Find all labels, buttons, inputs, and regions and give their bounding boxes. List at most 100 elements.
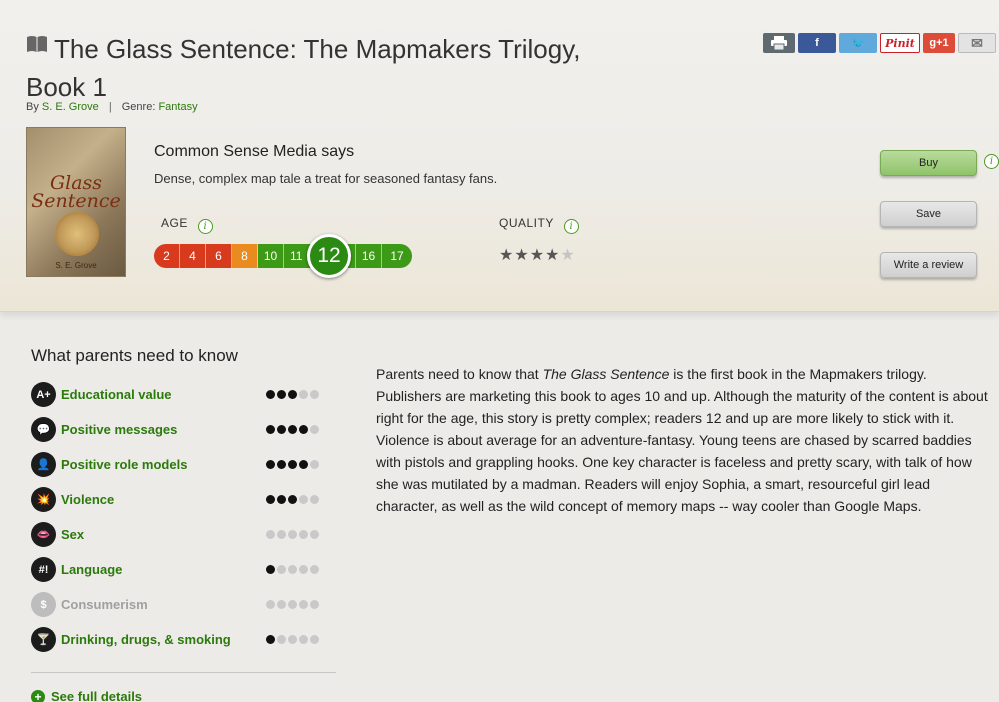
content-categories: A+ Educational value 💬 Positive messages 👤 Po… bbox=[31, 377, 341, 657]
category-row[interactable]: 👤 Positive role models bbox=[31, 447, 341, 482]
quality-info-icon[interactable]: i bbox=[563, 219, 579, 234]
rating-dot bbox=[288, 600, 297, 609]
rating-dots bbox=[266, 635, 319, 644]
age-cell-4: 4 bbox=[180, 244, 206, 268]
category-row[interactable]: $ Consumerism bbox=[31, 587, 341, 622]
save-button[interactable]: Save bbox=[880, 201, 977, 227]
rating-dot bbox=[288, 565, 297, 574]
rating-dot bbox=[266, 530, 275, 539]
parents-heading: What parents need to know bbox=[31, 346, 238, 365]
age-cell-16: 16 bbox=[356, 244, 382, 268]
write-review-button[interactable]: Write a review bbox=[880, 252, 977, 278]
rating-dot bbox=[299, 390, 308, 399]
rating-dot bbox=[277, 460, 286, 469]
category-label[interactable]: Educational value bbox=[61, 387, 261, 402]
plus-icon: + bbox=[31, 689, 45, 702]
byline: By S. E. Grove | Genre: Fantasy bbox=[26, 101, 198, 113]
csm-says-heading: Common Sense Media says bbox=[154, 143, 355, 160]
author-link[interactable]: S. E. Grove bbox=[42, 101, 99, 113]
category-label[interactable]: Positive messages bbox=[61, 422, 261, 437]
google-plus-button[interactable]: g+1 bbox=[923, 33, 955, 53]
rating-dot bbox=[310, 565, 319, 574]
age-label: AGE i bbox=[161, 216, 213, 234]
rating-dot bbox=[288, 495, 297, 504]
category-label[interactable]: Consumerism bbox=[61, 597, 261, 612]
star-icon: ★ bbox=[529, 247, 545, 264]
review-tagline: Dense, complex map tale a treat for seas… bbox=[154, 171, 498, 186]
printer-icon bbox=[771, 36, 787, 50]
age-cell-17: 17 bbox=[382, 244, 412, 268]
rating-dot bbox=[299, 600, 308, 609]
book-icon bbox=[27, 36, 47, 52]
rating-dot bbox=[310, 390, 319, 399]
language-icon: #! bbox=[31, 557, 56, 582]
rating-dots bbox=[266, 495, 319, 504]
category-row[interactable]: 👄 Sex bbox=[31, 517, 341, 552]
positive-role-models-icon: 👤 bbox=[31, 452, 56, 477]
age-cell-8: 8 bbox=[232, 244, 258, 268]
cover-title: Glass Sentence bbox=[31, 172, 121, 212]
rating-dot bbox=[299, 425, 308, 434]
rating-dot bbox=[299, 565, 308, 574]
genre-prefix: Genre: bbox=[121, 101, 156, 113]
rating-dot bbox=[310, 635, 319, 644]
quality-stars: ★ ★ ★ ★ ★ bbox=[499, 245, 575, 265]
email-share-button[interactable]: ✉ bbox=[958, 33, 996, 53]
rating-dots bbox=[266, 600, 319, 609]
star-icon: ★ bbox=[499, 247, 514, 264]
by-prefix: By bbox=[26, 101, 39, 113]
age-scale: 24681011141617 bbox=[154, 244, 412, 268]
category-label[interactable]: Positive role models bbox=[61, 457, 261, 472]
category-row[interactable]: 💥 Violence bbox=[31, 482, 341, 517]
twitter-share-button[interactable]: 🐦 bbox=[839, 33, 877, 53]
quality-label: QUALITY i bbox=[499, 216, 579, 234]
divider bbox=[31, 672, 336, 673]
rating-dots bbox=[266, 425, 319, 434]
compass-icon bbox=[55, 212, 99, 256]
rating-dot bbox=[277, 425, 286, 434]
quality-label-text: QUALITY bbox=[499, 216, 554, 230]
rating-dot bbox=[266, 425, 275, 434]
category-label[interactable]: Sex bbox=[61, 527, 261, 542]
rating-dot bbox=[277, 495, 286, 504]
product-header-panel: The Glass Sentence: The Mapmakers Trilog… bbox=[0, 0, 999, 312]
buy-button[interactable]: Buy bbox=[880, 150, 977, 176]
star-icon: ★ bbox=[560, 247, 575, 264]
category-row[interactable]: #! Language bbox=[31, 552, 341, 587]
category-row[interactable]: 🍸 Drinking, drugs, & smoking bbox=[31, 622, 341, 657]
star-icon: ★ bbox=[545, 247, 560, 264]
buy-info-icon[interactable]: i bbox=[984, 154, 999, 169]
rating-dot bbox=[277, 565, 286, 574]
category-label[interactable]: Drinking, drugs, & smoking bbox=[61, 632, 261, 647]
rating-dot bbox=[288, 530, 297, 539]
consumerism-icon: $ bbox=[31, 592, 56, 617]
facebook-share-button[interactable]: f bbox=[798, 33, 836, 53]
violence-icon: 💥 bbox=[31, 487, 56, 512]
book-cover[interactable]: Glass Sentence S. E. Grove bbox=[26, 127, 126, 277]
summary-text-rest: is the first book in the Mapmakers trilo… bbox=[376, 366, 988, 514]
print-button[interactable] bbox=[763, 33, 795, 53]
twitter-icon: 🐦 bbox=[851, 37, 865, 50]
genre-link[interactable]: Fantasy bbox=[158, 101, 197, 113]
star-icon: ★ bbox=[514, 247, 529, 264]
rating-dot bbox=[266, 635, 275, 644]
category-label[interactable]: Language bbox=[61, 562, 261, 577]
rating-dots bbox=[266, 565, 319, 574]
category-row[interactable]: 💬 Positive messages bbox=[31, 412, 341, 447]
rating-dot bbox=[310, 530, 319, 539]
title-text: The Glass Sentence: The Mapmakers Trilog… bbox=[26, 34, 581, 102]
rating-dot bbox=[288, 390, 297, 399]
age-info-icon[interactable]: i bbox=[197, 219, 213, 234]
rating-dot bbox=[266, 390, 275, 399]
pinterest-share-button[interactable]: Pinit bbox=[880, 33, 920, 53]
email-icon: ✉ bbox=[971, 34, 983, 51]
rating-dot bbox=[266, 460, 275, 469]
byline-separator: | bbox=[108, 101, 112, 113]
category-row[interactable]: A+ Educational value bbox=[31, 377, 341, 412]
rating-dot bbox=[277, 390, 286, 399]
category-label[interactable]: Violence bbox=[61, 492, 261, 507]
sex-icon: 👄 bbox=[31, 522, 56, 547]
rating-dot bbox=[310, 600, 319, 609]
see-full-details-link[interactable]: + See full details bbox=[31, 689, 142, 702]
rating-dot bbox=[277, 635, 286, 644]
